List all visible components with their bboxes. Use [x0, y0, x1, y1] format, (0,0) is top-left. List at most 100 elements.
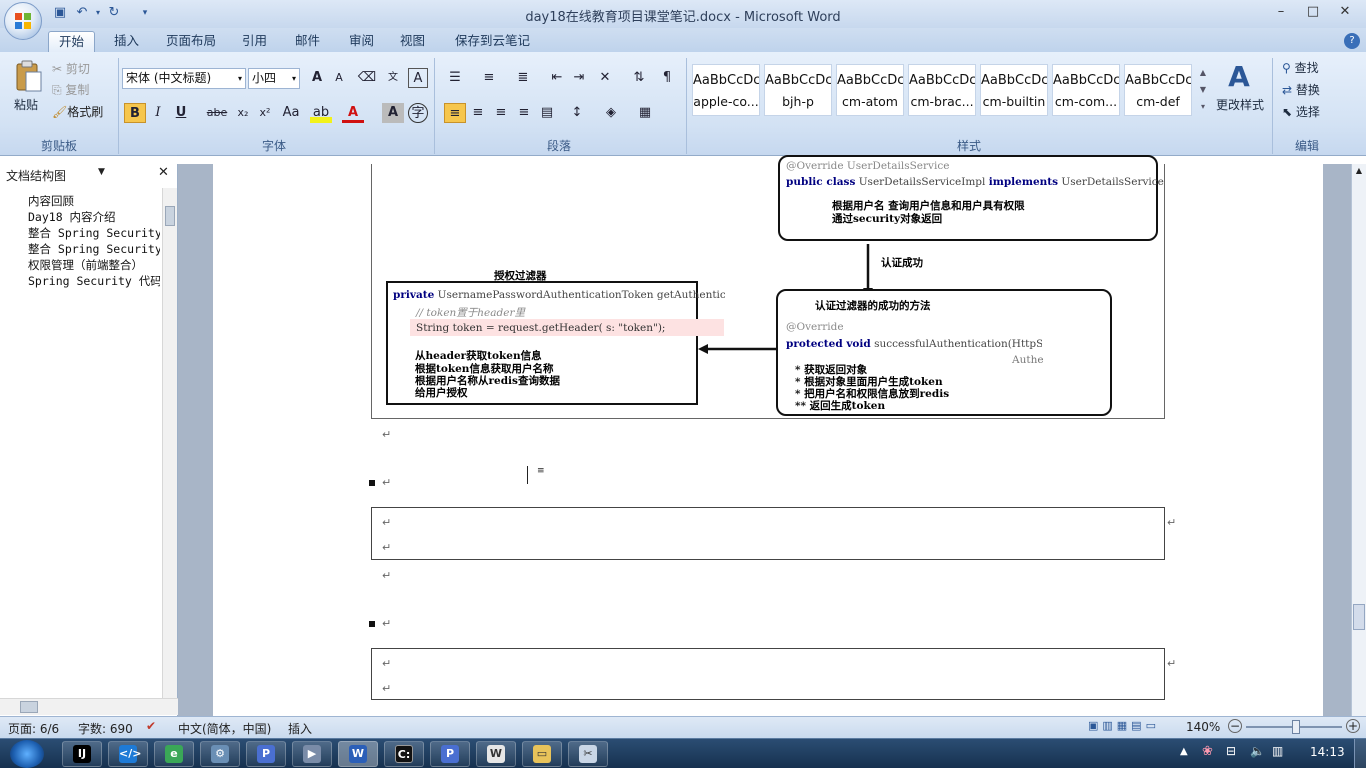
docmap-item[interactable]: Day18 内容介绍: [28, 209, 160, 225]
chinese-layout-icon[interactable]: ✕: [594, 68, 616, 88]
close-button[interactable]: ✕: [1332, 2, 1358, 22]
font-name-combo[interactable]: 宋体 (中文标题) ▾: [122, 68, 246, 89]
phonetic-guide-icon[interactable]: 文: [382, 68, 404, 88]
taskbar-app-powerpoint-2[interactable]: P: [430, 741, 470, 767]
distributed-icon[interactable]: ▤: [536, 103, 558, 123]
network-icon[interactable]: ▥: [1272, 744, 1283, 758]
zoom-out-icon[interactable]: −: [1228, 719, 1242, 733]
docmap-horizontal-scrollbar[interactable]: [0, 698, 178, 715]
change-styles-button[interactable]: 更改样式: [1216, 95, 1264, 115]
minimize-button[interactable]: –: [1268, 2, 1294, 22]
docmap-item[interactable]: Spring Security 代码执行: [28, 273, 160, 289]
zoom-level[interactable]: 140%: [1186, 720, 1220, 734]
taskbar-app-vscode[interactable]: </>: [108, 741, 148, 767]
char-shading-icon[interactable]: A: [382, 103, 404, 123]
start-button[interactable]: [10, 740, 44, 768]
language-indicator[interactable]: 中文(简体，中国): [178, 720, 271, 737]
tray-expand-icon[interactable]: ▲: [1180, 746, 1188, 757]
bullets-icon[interactable]: ☰: [444, 68, 466, 88]
zoom-slider-thumb[interactable]: [1292, 720, 1300, 734]
tab-page-layout[interactable]: 页面布局: [156, 31, 226, 52]
tab-home[interactable]: 开始: [48, 31, 96, 52]
bold-button[interactable]: B: [124, 103, 146, 123]
maximize-button[interactable]: □: [1300, 2, 1326, 22]
paste-icon[interactable]: [14, 60, 44, 94]
taskbar-app-word[interactable]: W: [338, 741, 378, 767]
taskbar-app-explorer[interactable]: ▭: [522, 741, 562, 767]
empty-table[interactable]: [371, 648, 1165, 700]
increase-indent-icon[interactable]: ⇥: [568, 68, 590, 88]
clock[interactable]: 14:13: [1310, 745, 1345, 759]
taskbar-app-powerpoint[interactable]: P: [246, 741, 286, 767]
insert-mode[interactable]: 插入: [288, 720, 312, 737]
style-item[interactable]: AaBbCcDc bjh-p: [764, 64, 832, 116]
enclose-char-icon[interactable]: 字: [408, 103, 428, 123]
shrink-font-icon[interactable]: A: [328, 68, 350, 88]
italic-button[interactable]: I: [147, 103, 169, 123]
copy-button[interactable]: ⎘ 复制: [52, 81, 132, 101]
tab-insert[interactable]: 插入: [104, 31, 149, 52]
style-item[interactable]: AaBbCcDc cm-com...: [1052, 64, 1120, 116]
tab-review[interactable]: 审阅: [339, 31, 384, 52]
docmap-close-icon[interactable]: ✕: [158, 165, 169, 180]
docmap-item[interactable]: 权限管理（前端整合）: [28, 257, 160, 273]
docmap-item[interactable]: 整合 Spring Security 权: [28, 225, 160, 241]
tab-save-cloud-note[interactable]: 保存到云笔记: [445, 31, 540, 52]
underline-button[interactable]: U: [170, 103, 192, 123]
line-spacing-icon[interactable]: ↕: [566, 103, 588, 123]
change-case-button[interactable]: Aa: [278, 103, 304, 123]
numbering-icon[interactable]: ≡: [478, 68, 500, 88]
docmap-vertical-scrollbar[interactable]: [162, 188, 177, 698]
superscript-button[interactable]: x²: [254, 103, 276, 123]
vertical-scrollbar[interactable]: ▲: [1351, 164, 1366, 716]
style-item[interactable]: AaBbCcDc cm-atom: [836, 64, 904, 116]
font-size-combo[interactable]: 小四 ▾: [248, 68, 300, 89]
strikethrough-button[interactable]: abe: [204, 103, 230, 123]
style-item[interactable]: AaBbCcDc cm-brac...: [908, 64, 976, 116]
proofing-icon[interactable]: ✔: [146, 719, 156, 733]
tray-usb-icon[interactable]: ⊟: [1226, 744, 1236, 758]
borders-icon[interactable]: ▦: [634, 103, 656, 123]
volume-icon[interactable]: 🔈: [1250, 744, 1265, 758]
docmap-dropdown-icon[interactable]: ▼: [98, 167, 105, 177]
justify-icon[interactable]: ≡: [513, 103, 535, 123]
subscript-button[interactable]: x₂: [232, 103, 254, 123]
char-border-icon[interactable]: A: [408, 68, 428, 88]
page-count[interactable]: 页面: 6/6: [8, 720, 59, 737]
scroll-thumb[interactable]: [1353, 604, 1365, 630]
show-desktop-button[interactable]: [1354, 739, 1366, 768]
taskbar-app-ie[interactable]: e: [154, 741, 194, 767]
style-item[interactable]: AaBbCcDc cm-def: [1124, 64, 1192, 116]
help-icon[interactable]: ?: [1344, 33, 1360, 49]
grow-font-icon[interactable]: A: [306, 68, 328, 88]
empty-table[interactable]: [371, 507, 1165, 560]
office-button[interactable]: [4, 2, 42, 40]
zoom-in-icon[interactable]: +: [1346, 719, 1360, 733]
scroll-up-icon[interactable]: ▲: [1352, 166, 1366, 180]
multilevel-list-icon[interactable]: ≣: [512, 68, 534, 88]
change-styles-icon[interactable]: A: [1222, 60, 1256, 94]
word-count[interactable]: 字数: 690: [78, 720, 133, 737]
taskbar-app-cmd[interactable]: C:: [384, 741, 424, 767]
find-button[interactable]: ⚲ 查找: [1282, 58, 1319, 78]
tab-view[interactable]: 视图: [390, 31, 435, 52]
font-color-icon[interactable]: A: [342, 103, 364, 123]
taskbar-app-snip[interactable]: ✂: [568, 741, 608, 767]
select-button[interactable]: ⬉ 选择: [1282, 102, 1320, 122]
style-item[interactable]: AaBbCcDc apple-co...: [692, 64, 760, 116]
paste-button[interactable]: 粘贴: [14, 95, 38, 115]
shading-icon[interactable]: ◈: [600, 103, 622, 123]
highlight-icon[interactable]: ab: [310, 103, 332, 123]
styles-scroll-icon[interactable]: ▲ ▼ ▾: [1196, 64, 1210, 116]
taskbar-app-media[interactable]: ▶: [292, 741, 332, 767]
taskbar-app-word-2[interactable]: W: [476, 741, 516, 767]
sort-icon[interactable]: ⇅: [628, 68, 650, 88]
tab-mailings[interactable]: 邮件: [285, 31, 330, 52]
clear-format-icon[interactable]: ⌫: [356, 68, 378, 88]
docmap-item[interactable]: 内容回顾: [28, 193, 160, 209]
view-buttons[interactable]: ▣▥▦▤▭: [1088, 719, 1182, 735]
tab-references[interactable]: 引用: [232, 31, 277, 52]
taskbar-app-intellij[interactable]: IJ: [62, 741, 102, 767]
style-item[interactable]: AaBbCcDc cm-builtin: [980, 64, 1048, 116]
align-right-icon[interactable]: ≡: [490, 103, 512, 123]
